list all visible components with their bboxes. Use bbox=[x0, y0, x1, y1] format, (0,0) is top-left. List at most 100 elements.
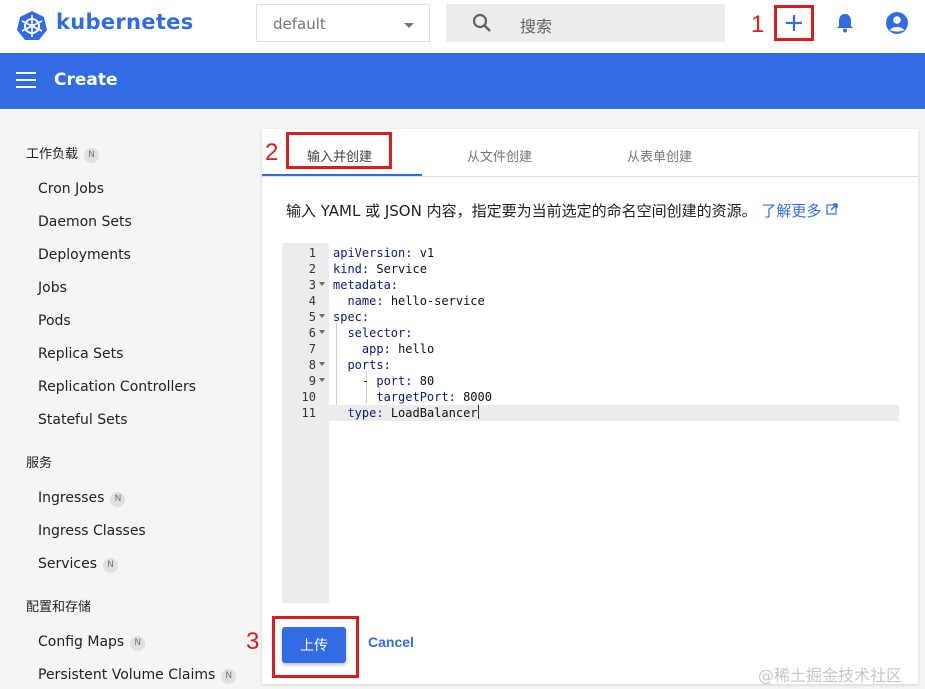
tab-form-create[interactable]: 从表单创建 bbox=[627, 146, 692, 165]
code-line[interactable]: 3 metadata: bbox=[282, 277, 899, 293]
fold-arrow-icon[interactable] bbox=[319, 378, 325, 382]
yaml-key: ports bbox=[347, 358, 384, 372]
code-line[interactable]: 5 spec: bbox=[282, 309, 899, 325]
sidebar-section-services[interactable]: 服务 bbox=[26, 452, 52, 471]
yaml-key: spec bbox=[333, 310, 362, 324]
sidebar-item-daemon-sets[interactable]: Daemon Sets bbox=[38, 214, 132, 230]
new-badge: N bbox=[103, 558, 119, 573]
code-line[interactable]: 9 - port: 80 bbox=[282, 373, 899, 389]
top-bar: kubernetes default 搜索 1 bbox=[0, 0, 925, 53]
sidebar-section-workloads[interactable]: 工作负载 N bbox=[26, 143, 100, 163]
sidebar-item-cron-jobs[interactable]: Cron Jobs bbox=[38, 181, 104, 197]
code-text: apiVersion: v1 bbox=[333, 246, 435, 260]
new-badge: N bbox=[84, 148, 100, 163]
sidebar-item-stateful-sets[interactable]: Stateful Sets bbox=[38, 412, 127, 428]
sidebar-section-config-storage[interactable]: 配置和存储 bbox=[26, 596, 91, 615]
line-number: 1 bbox=[308, 246, 316, 260]
yaml-key: kind bbox=[333, 262, 362, 276]
tab-file-create[interactable]: 从文件创建 bbox=[467, 146, 532, 165]
annotation-number-1: 1 bbox=[751, 11, 765, 38]
code-line[interactable]: 10 targetPort: 8000 bbox=[282, 389, 899, 405]
yaml-key: apiVersion bbox=[333, 246, 406, 260]
yaml-key: name bbox=[347, 294, 377, 308]
item-label: Config Maps bbox=[38, 634, 125, 650]
cancel-button[interactable]: Cancel bbox=[368, 634, 414, 650]
code-text: metadata: bbox=[333, 278, 399, 292]
code-text: selector: bbox=[333, 325, 412, 341]
description: 输入 YAML 或 JSON 内容，指定要为当前选定的命名空间创建的资源。 了解… bbox=[286, 200, 838, 221]
fold-arrow-icon[interactable] bbox=[319, 314, 325, 318]
description-text: 输入 YAML 或 JSON 内容，指定要为当前选定的命名空间创建的资源。 bbox=[286, 202, 757, 220]
yaml-key: selector bbox=[347, 326, 406, 340]
code-line[interactable]: 1 apiVersion: v1 bbox=[282, 245, 899, 261]
sidebar-item-replication-controllers[interactable]: Replication Controllers bbox=[38, 379, 196, 395]
code-line[interactable]: 2 kind: Service bbox=[282, 261, 899, 277]
namespace-value: default bbox=[273, 15, 326, 33]
upload-button[interactable]: 上传 bbox=[282, 627, 346, 663]
create-button[interactable] bbox=[774, 5, 814, 41]
namespace-select[interactable]: default bbox=[256, 4, 430, 42]
code-text: kind: Service bbox=[333, 262, 427, 276]
tab-bar: 2 输入并创建 从文件创建 从表单创建 bbox=[262, 129, 918, 177]
line-number: 9 bbox=[308, 374, 316, 388]
line-number: 2 bbox=[308, 262, 316, 276]
new-badge: N bbox=[221, 669, 237, 684]
yaml-value: Service bbox=[376, 262, 427, 276]
sidebar-item-ingress-classes[interactable]: Ingress Classes bbox=[38, 523, 146, 539]
code-line[interactable]: 8 ports: bbox=[282, 357, 899, 373]
yaml-value: v1 bbox=[419, 246, 435, 260]
sidebar-item-config-maps[interactable]: Config Maps N bbox=[38, 634, 146, 651]
code-text: ports: bbox=[333, 357, 390, 373]
sidebar-item-services[interactable]: Services N bbox=[38, 556, 119, 573]
learn-more-link[interactable]: 了解更多 bbox=[761, 202, 838, 220]
search-icon bbox=[472, 13, 491, 32]
line-number: 5 bbox=[308, 310, 316, 324]
brand-name[interactable]: kubernetes bbox=[56, 10, 194, 34]
menu-icon[interactable] bbox=[16, 72, 36, 88]
indent: - bbox=[333, 374, 377, 388]
code-text: app: hello bbox=[333, 341, 434, 357]
sidebar-item-replica-sets[interactable]: Replica Sets bbox=[38, 346, 123, 362]
notifications-bell-icon[interactable] bbox=[834, 12, 856, 34]
account-circle-icon[interactable] bbox=[885, 11, 909, 35]
sidebar-item-deployments[interactable]: Deployments bbox=[38, 247, 131, 263]
line-number: 8 bbox=[308, 358, 316, 372]
search-input[interactable]: 搜索 bbox=[446, 4, 725, 42]
code-line[interactable]: 4 name: hello-service bbox=[282, 293, 899, 309]
sidebar: 工作负载 N Cron Jobs Daemon Sets Deployments … bbox=[0, 109, 248, 689]
code-line[interactable]: 6 selector: bbox=[282, 325, 899, 341]
watermark: @稀土掘金技术社区 bbox=[758, 666, 903, 685]
new-badge: N bbox=[110, 492, 126, 507]
yaml-editor[interactable]: 1 apiVersion: v1 2 kind: Service 3 metadata: 4… bbox=[282, 243, 899, 603]
sidebar-item-jobs[interactable]: Jobs bbox=[38, 280, 67, 296]
code-text: - port: 80 bbox=[333, 374, 435, 388]
annotation-number-2: 2 bbox=[265, 139, 279, 166]
kubernetes-logo-icon[interactable] bbox=[16, 10, 48, 42]
sidebar-item-persistent-volume-claims[interactable]: Persistent Volume Claims N bbox=[38, 667, 237, 684]
code-line[interactable]: 7 app: hello bbox=[282, 341, 899, 357]
code-text: targetPort: 8000 bbox=[333, 389, 492, 405]
sidebar-item-pods[interactable]: Pods bbox=[38, 313, 71, 329]
yaml-value: hello bbox=[398, 342, 435, 356]
fold-arrow-icon[interactable] bbox=[319, 330, 325, 334]
fold-arrow-icon[interactable] bbox=[319, 362, 325, 366]
code-line[interactable]: 11 type: LoadBalancer bbox=[282, 405, 899, 421]
sidebar-item-ingresses[interactable]: Ingresses N bbox=[38, 490, 126, 507]
code-text: type: LoadBalancer bbox=[333, 405, 479, 421]
line-number: 3 bbox=[308, 278, 316, 292]
yaml-key: targetPort bbox=[376, 390, 449, 404]
line-number: 11 bbox=[301, 406, 316, 420]
line-number: 6 bbox=[308, 326, 316, 340]
yaml-value: hello-service bbox=[390, 294, 485, 308]
section-label: 工作负载 bbox=[26, 147, 79, 162]
line-number: 10 bbox=[301, 390, 316, 404]
fold-arrow-icon[interactable] bbox=[319, 282, 325, 286]
open-in-new-icon bbox=[826, 203, 838, 215]
tab-input-create[interactable]: 输入并创建 bbox=[307, 146, 372, 165]
